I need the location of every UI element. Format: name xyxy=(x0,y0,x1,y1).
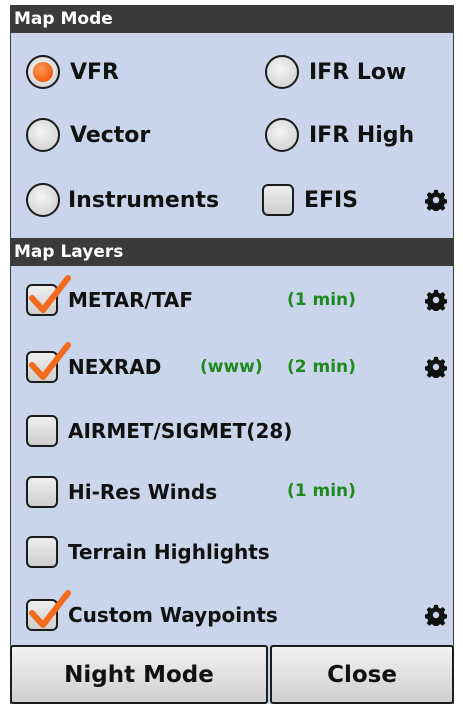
layer-nexrad-status: (2 min) xyxy=(287,357,356,377)
layer-nexrad[interactable]: NEXRAD xyxy=(26,342,162,383)
radio-vector-label: Vector xyxy=(70,122,151,148)
layer-hi-res-winds-label: Hi-Res Winds xyxy=(68,480,218,504)
radio-ifr-high-label: IFR High xyxy=(309,122,415,148)
check-icon xyxy=(29,342,71,380)
radio-vfr-label: VFR xyxy=(70,59,119,85)
check-icon xyxy=(29,590,71,628)
map-mode-header: Map Mode xyxy=(10,5,454,33)
map-layers-header: Map Layers xyxy=(10,238,454,266)
radio-vfr[interactable]: VFR xyxy=(26,55,119,89)
gear-icon[interactable] xyxy=(425,604,447,626)
layer-terrain-highlights-label: Terrain Highlights xyxy=(68,540,270,564)
gear-icon[interactable] xyxy=(425,356,447,378)
radio-instruments[interactable]: Instruments xyxy=(26,183,219,217)
radio-ifr-low-indicator[interactable] xyxy=(265,55,299,89)
radio-vector-indicator[interactable] xyxy=(26,118,60,152)
radio-instruments-label: Instruments xyxy=(68,187,220,213)
layer-metar-taf[interactable]: METAR/TAF xyxy=(26,275,194,316)
layer-airmet-sigmet-checkbox[interactable] xyxy=(26,415,58,447)
radio-vfr-indicator[interactable] xyxy=(26,55,60,89)
efis-checkbox[interactable]: EFIS xyxy=(262,184,358,216)
check-icon xyxy=(29,275,71,313)
layer-metar-taf-checkbox[interactable] xyxy=(26,275,71,316)
layer-terrain-highlights[interactable]: Terrain Highlights xyxy=(26,536,270,568)
radio-ifr-high[interactable]: IFR High xyxy=(265,118,414,152)
layer-airmet-sigmet[interactable]: AIRMET/SIGMET(28) xyxy=(26,415,292,447)
efis-checkbox-box[interactable] xyxy=(262,184,294,216)
layer-metar-taf-label: METAR/TAF xyxy=(68,288,194,312)
layer-hi-res-winds[interactable]: Hi-Res Winds xyxy=(26,476,217,508)
layer-metar-taf-status: (1 min) xyxy=(287,290,356,310)
gear-icon[interactable] xyxy=(425,289,447,311)
layer-nexrad-checkbox[interactable] xyxy=(26,342,71,383)
layer-nexrad-source: (www) xyxy=(200,357,263,377)
radio-ifr-low-label: IFR Low xyxy=(309,59,407,85)
radio-ifr-high-indicator[interactable] xyxy=(265,118,299,152)
radio-ifr-low[interactable]: IFR Low xyxy=(265,55,406,89)
layer-airmet-sigmet-label: AIRMET/SIGMET(28) xyxy=(68,419,293,443)
layer-nexrad-label: NEXRAD xyxy=(68,355,162,379)
layer-custom-waypoints-label: Custom Waypoints xyxy=(68,603,278,627)
close-button[interactable]: Close xyxy=(270,645,454,704)
gear-icon[interactable] xyxy=(425,189,447,211)
efis-label: EFIS xyxy=(304,187,359,213)
layer-hi-res-winds-checkbox[interactable] xyxy=(26,476,58,508)
layer-custom-waypoints[interactable]: Custom Waypoints xyxy=(26,590,278,631)
radio-vector[interactable]: Vector xyxy=(26,118,150,152)
night-mode-button[interactable]: Night Mode xyxy=(10,645,268,704)
radio-instruments-indicator[interactable] xyxy=(26,183,60,217)
layer-terrain-highlights-checkbox[interactable] xyxy=(26,536,58,568)
layer-hi-res-winds-status: (1 min) xyxy=(287,481,356,501)
layer-custom-waypoints-checkbox[interactable] xyxy=(26,590,71,631)
